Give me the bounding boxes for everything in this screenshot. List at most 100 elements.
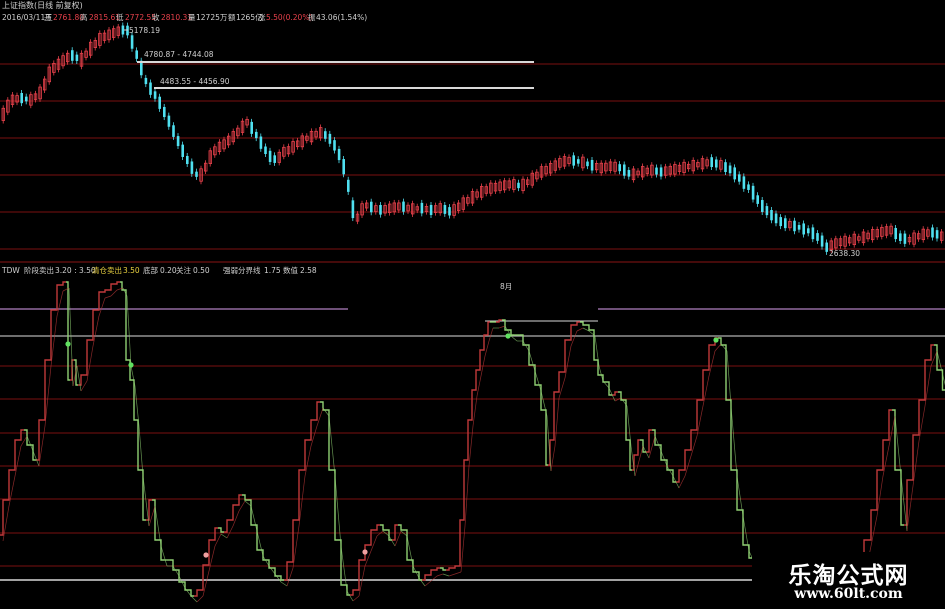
- candle-down[interactable]: [347, 179, 350, 192]
- tdw-signal-segment: [256, 530, 264, 557]
- candle-down[interactable]: [176, 136, 180, 147]
- candle-down[interactable]: [324, 131, 327, 139]
- candle-down[interactable]: [443, 205, 447, 214]
- candle-down[interactable]: [163, 106, 166, 118]
- tdw-signal-segment: [468, 425, 474, 467]
- candle-down[interactable]: [333, 140, 336, 151]
- candle-down[interactable]: [429, 204, 433, 215]
- candle-down[interactable]: [379, 204, 382, 215]
- param-3-label: 底部: [143, 265, 158, 275]
- candle-down[interactable]: [797, 225, 801, 230]
- candle-down[interactable]: [25, 96, 28, 102]
- candle-down[interactable]: [931, 227, 934, 238]
- candle-down[interactable]: [448, 207, 451, 216]
- candle-down[interactable]: [770, 209, 773, 221]
- candle-down[interactable]: [342, 159, 345, 175]
- candle-down[interactable]: [420, 202, 424, 214]
- candle-down[interactable]: [130, 35, 134, 49]
- candle-down[interactable]: [149, 82, 152, 95]
- candle-down[interactable]: [903, 233, 907, 244]
- candle-down[interactable]: [779, 217, 782, 227]
- candle-down[interactable]: [618, 164, 621, 172]
- tdw-signal-segment: [702, 375, 710, 407]
- candle-down[interactable]: [825, 242, 828, 252]
- tdw-signal-segment: [564, 345, 572, 379]
- candle-down[interactable]: [738, 174, 741, 182]
- candle-down[interactable]: [264, 146, 267, 155]
- candle-down[interactable]: [728, 165, 732, 174]
- tdw-segment: [96, 291, 102, 311]
- candle-down[interactable]: [195, 171, 198, 177]
- tdw-signal-segment: [418, 577, 426, 587]
- candle-down[interactable]: [935, 230, 939, 239]
- candle-down[interactable]: [623, 164, 626, 176]
- candle-down[interactable]: [158, 96, 161, 109]
- candle-down[interactable]: [153, 91, 157, 99]
- tdw-signal-segment: [110, 289, 118, 297]
- candle-down[interactable]: [784, 218, 787, 229]
- candle-down[interactable]: [894, 227, 897, 240]
- candle-down[interactable]: [351, 200, 355, 219]
- candle-down[interactable]: [899, 233, 902, 241]
- candle-down[interactable]: [577, 159, 580, 164]
- candle-down[interactable]: [402, 201, 405, 212]
- candle-down[interactable]: [337, 148, 341, 161]
- candle-down[interactable]: [765, 206, 769, 216]
- candle-down[interactable]: [655, 167, 658, 175]
- candle-down[interactable]: [742, 176, 746, 189]
- candle-down[interactable]: [816, 233, 819, 241]
- candle-down[interactable]: [627, 170, 631, 177]
- gap-1-label: 4780.87 - 4744.08: [144, 50, 214, 59]
- candle-down[interactable]: [172, 125, 175, 137]
- param-4-label: 关注: [176, 265, 191, 275]
- candle-down[interactable]: [268, 150, 272, 162]
- candle-down[interactable]: [751, 185, 755, 200]
- tdw-signal-segment: [322, 407, 330, 417]
- signal-marker: [203, 552, 209, 558]
- candle-down[interactable]: [190, 161, 194, 174]
- candle-down[interactable]: [186, 155, 189, 165]
- candle-down[interactable]: [811, 227, 815, 240]
- candle-down[interactable]: [586, 161, 589, 167]
- candle-down[interactable]: [273, 155, 276, 163]
- candle-down[interactable]: [20, 92, 23, 104]
- candle-down[interactable]: [517, 182, 520, 189]
- tdw-signal-segment: [510, 335, 518, 342]
- signal-marker: [505, 333, 511, 339]
- candle-down[interactable]: [75, 54, 79, 61]
- tdw-segment: [434, 567, 440, 571]
- candle-down[interactable]: [733, 167, 736, 180]
- candle-down[interactable]: [121, 25, 125, 35]
- tdw-signal-segment: [80, 380, 88, 392]
- candle-down[interactable]: [328, 133, 332, 144]
- candle-down[interactable]: [135, 50, 138, 59]
- tdw-segment: [24, 429, 30, 446]
- tdw-signal-segment: [708, 350, 716, 377]
- candle-down[interactable]: [793, 220, 796, 232]
- candle-down[interactable]: [144, 77, 148, 85]
- candle-down[interactable]: [659, 167, 663, 177]
- candle-down[interactable]: [774, 213, 778, 224]
- candle-down[interactable]: [71, 50, 74, 61]
- candle-down[interactable]: [724, 162, 727, 173]
- tdw-signal-segment: [226, 525, 234, 539]
- candle-down[interactable]: [820, 235, 824, 247]
- candle-down[interactable]: [370, 201, 373, 213]
- candle-down[interactable]: [747, 184, 750, 190]
- candle-down[interactable]: [255, 131, 258, 139]
- tdw-signal-segment: [690, 435, 698, 457]
- candle-down[interactable]: [710, 157, 713, 168]
- tdw-segment: [676, 469, 682, 483]
- candle-down[interactable]: [167, 115, 171, 127]
- candle-down[interactable]: [181, 144, 184, 157]
- candle-down[interactable]: [250, 121, 253, 134]
- info-volume-label: 量: [188, 13, 196, 22]
- candle-down[interactable]: [761, 200, 764, 212]
- candle-down[interactable]: [756, 195, 759, 204]
- candle-down[interactable]: [590, 159, 594, 171]
- candle-down[interactable]: [259, 136, 263, 149]
- candle-down[interactable]: [715, 159, 718, 168]
- candle-down[interactable]: [807, 228, 810, 234]
- candle-down[interactable]: [802, 223, 805, 235]
- candle-down[interactable]: [572, 155, 575, 166]
